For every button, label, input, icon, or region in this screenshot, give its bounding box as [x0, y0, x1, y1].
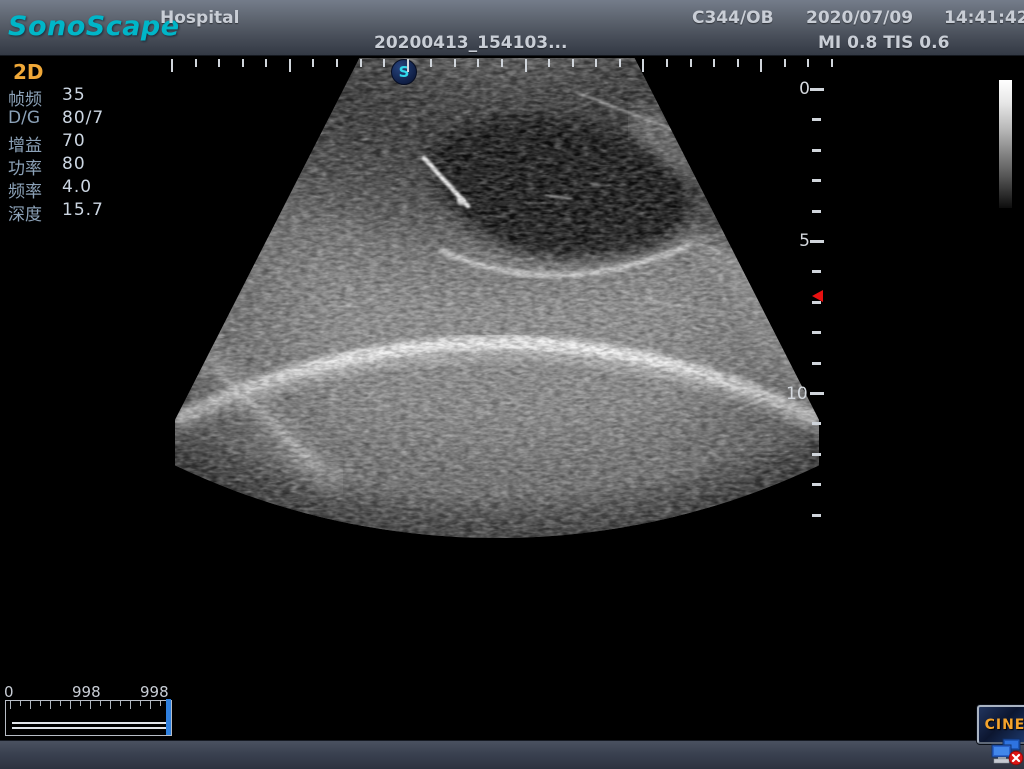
mi-tis-readout: MI 0.8 TIS 0.6 — [818, 33, 949, 53]
ruler-tick — [812, 179, 821, 182]
ruler-tick — [619, 59, 621, 67]
cine-tick — [60, 701, 61, 706]
cine-scrubber-thumb[interactable] — [166, 699, 171, 735]
ruler-tick — [812, 362, 821, 365]
ruler-tick — [812, 422, 821, 425]
cine-frame-current: 998 — [72, 683, 101, 701]
ruler-tick — [595, 59, 597, 67]
cine-tick — [140, 701, 141, 706]
cine-tick — [160, 701, 161, 706]
ruler-tick — [810, 240, 824, 243]
ruler-tick — [642, 59, 644, 72]
ruler-tick — [407, 59, 409, 72]
ruler-tick — [713, 59, 715, 67]
depth-label-10: 10 — [786, 384, 806, 404]
system-date: 2020/07/09 — [806, 8, 913, 28]
ruler-tick — [810, 392, 824, 395]
ruler-tick — [737, 59, 739, 67]
focus-position-marker[interactable] — [812, 290, 823, 302]
cine-tick — [120, 701, 121, 706]
ruler-tick — [784, 59, 786, 67]
depth-label-5: 5 — [790, 231, 810, 251]
probe-preset: C344/OB — [692, 8, 774, 28]
ruler-tick — [477, 59, 479, 67]
depth-label-0: 0 — [790, 79, 810, 99]
ruler-tick — [812, 270, 821, 273]
cine-tick — [100, 701, 101, 706]
grayscale-bar — [999, 80, 1012, 208]
ultrasound-screen: { "header": { "brand": "SonoScape", "hos… — [0, 0, 1024, 768]
header-bar: SonoScape Hospital C344/OB 2020/07/09 14… — [0, 0, 1024, 56]
cine-tick — [130, 701, 131, 709]
exam-file-name: 20200413_154103... — [374, 33, 567, 53]
cine-tick — [50, 701, 51, 709]
ultrasound-image[interactable] — [0, 55, 1024, 700]
ruler-tick — [690, 59, 692, 67]
ruler-tick — [666, 59, 668, 67]
cine-tick — [40, 701, 41, 706]
sector-fan — [140, 55, 860, 700]
ruler-tick — [525, 59, 527, 72]
cine-tick — [30, 701, 31, 709]
ruler-tick — [454, 59, 456, 67]
ruler-tick — [812, 514, 821, 517]
ruler-tick — [831, 59, 833, 67]
ruler-tick — [760, 59, 762, 72]
ruler-tick — [572, 59, 574, 67]
status-bar — [0, 740, 1024, 769]
ruler-tick — [812, 483, 821, 486]
ruler-tick — [195, 59, 197, 67]
cine-scale-start: 0 — [4, 683, 14, 701]
cine-tick — [80, 701, 81, 706]
cine-tick — [10, 701, 11, 709]
cine-tick — [110, 701, 111, 709]
cine-frame-total: 998 — [140, 683, 169, 701]
network-disconnected-icon[interactable] — [991, 738, 1024, 766]
ruler-tick — [242, 59, 244, 67]
ruler-tick — [548, 59, 550, 67]
cine-tick — [70, 701, 71, 709]
ruler-tick — [430, 59, 432, 67]
cine-progress-line — [12, 722, 171, 724]
cine-tick — [90, 701, 91, 709]
ruler-tick — [171, 59, 173, 72]
ruler-tick — [360, 59, 362, 67]
ruler-tick — [812, 453, 821, 456]
cine-scrubber[interactable] — [5, 700, 172, 736]
ruler-tick — [807, 59, 809, 67]
ruler-tick — [812, 331, 821, 334]
ruler-tick — [812, 118, 821, 121]
cine-button-label: CINE — [985, 717, 1024, 733]
ruler-tick — [218, 59, 220, 67]
ruler-tick — [812, 210, 821, 213]
ruler-tick — [289, 59, 291, 72]
system-time: 14:41:42 — [944, 8, 1024, 28]
hospital-name: Hospital — [160, 8, 239, 28]
cine-tick — [20, 701, 21, 706]
cine-progress-line — [12, 727, 171, 729]
orientation-marker: S — [391, 59, 417, 85]
brand-logo: SonoScape — [8, 11, 180, 42]
ruler-tick — [812, 149, 821, 152]
cine-tick — [150, 701, 151, 709]
ruler-tick — [265, 59, 267, 67]
ruler-tick — [810, 88, 824, 91]
ruler-tick — [312, 59, 314, 67]
ruler-tick — [383, 59, 385, 67]
ruler-tick — [501, 59, 503, 67]
ruler-tick — [336, 59, 338, 67]
